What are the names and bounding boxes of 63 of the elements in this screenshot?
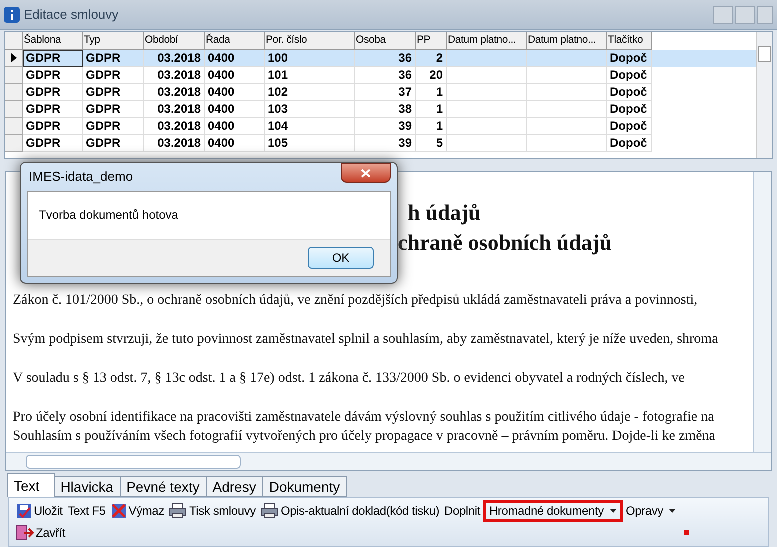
column-header[interactable]: Řada [205,32,265,50]
row-header[interactable] [5,50,23,67]
table-cell: GDPR [83,135,144,152]
toolbar-button[interactable]: Uložit [14,500,65,522]
dialog-title: IMES-idata_demo [29,168,134,186]
column-header[interactable]: Datum platno... [527,32,607,50]
vertical-scrollbar[interactable] [753,172,771,452]
ok-button[interactable]: OK [308,247,374,269]
toolbar-button[interactable]: Tisk smlouvy [167,500,258,522]
heading-text: h údajů [408,199,481,227]
toolbar-button[interactable]: Opravy [624,500,678,522]
table-cell: GDPR [23,50,83,67]
table-cell: GDPR [23,135,83,152]
minimize-button[interactable] [713,6,733,24]
horizontal-scrollbar[interactable] [6,452,771,470]
toolbar-button[interactable]: Doplnit [442,500,482,522]
column-header[interactable]: Datum platno... [447,32,527,50]
column-header[interactable]: Typ [83,32,144,50]
heading-text: chraně osobních údajů [398,229,612,257]
tab[interactable]: Dokumenty [262,476,348,497]
info-icon [4,6,20,22]
caret-icon [669,509,676,513]
printer-icon [169,503,188,519]
paragraph-text: Zákon č. 101/2000 Sb., o ochraně osobních údajů, ve znění pozdějších předpisů ukládá zaměstnavateli práva a povinnosti, [13,292,699,310]
vertical-scrollbar[interactable] [756,32,772,158]
table-cell: Dopoč [607,135,652,152]
table-cell: 5 [416,135,447,152]
exit-icon [16,524,34,542]
close-icon [361,168,371,178]
row-pointer-icon [10,53,16,63]
dialog-message: Tvorba dokumentů hotova [39,208,178,222]
column-header[interactable]: PP [416,32,447,50]
column-header[interactable]: Období [144,32,205,50]
table-cell: 0400 [205,135,265,152]
table-cell: 39 [355,135,416,152]
table-cell: 105 [265,135,355,152]
paragraph-text: Pro účely osobní identifikace na pracovišti zaměstnavatele dávám výslovný souhlas s použitím citlivého údaje - fotografie na [13,409,716,427]
tab[interactable]: Adresy [206,476,264,497]
table-cell: 03.2018 [144,135,205,152]
paragraph-text: Svým podpisem stvrzuji, že tuto povinnost zaměstnavatel splnil a souhlasím, aby zaměstnavatel, který je níže uveden, shroma [13,331,720,349]
toolbar-button[interactable]: Hromadné dokumenty [483,500,623,522]
paragraph-text: V souladu s § 13 odst. 7, § 13c odst. 1 a § 17e) odst. 1 zákona č. 133/2000 Sb. o evidenci obyvatel a rodných číslech, ve [13,370,686,388]
toolbar-button[interactable]: Text F5 [66,500,108,522]
window-title: Editace smlouvy [24,6,119,24]
tab[interactable]: Hlavicka [54,476,121,497]
column-header[interactable]: Tlačítko [607,32,652,50]
save-icon [16,503,32,519]
toolbar-button[interactable]: Zavřít [14,522,68,544]
toolbar-button[interactable]: Výmaz [108,500,166,522]
tab[interactable]: Text [7,473,55,497]
toolbar-button[interactable]: Opis-aktualní doklad(kód tisku) [258,500,442,522]
paragraph-text: Souhlasím s používáním všech fotografií vytvořených pro účely propagace v pracovně – právním poměru. Dojde-li ke změna [13,428,717,446]
tab[interactable]: Pevné texty [120,476,207,497]
caret-icon [610,509,617,513]
column-header[interactable]: Šablona [23,32,83,50]
marker-square [684,530,689,535]
column-header[interactable]: Por. číslo [265,32,355,50]
printer-icon [260,503,279,519]
column-header[interactable]: Osoba [355,32,416,50]
delete-icon [110,503,127,519]
maximize-button[interactable] [735,6,755,24]
close-button[interactable] [341,163,391,183]
grid-corner [5,32,23,50]
